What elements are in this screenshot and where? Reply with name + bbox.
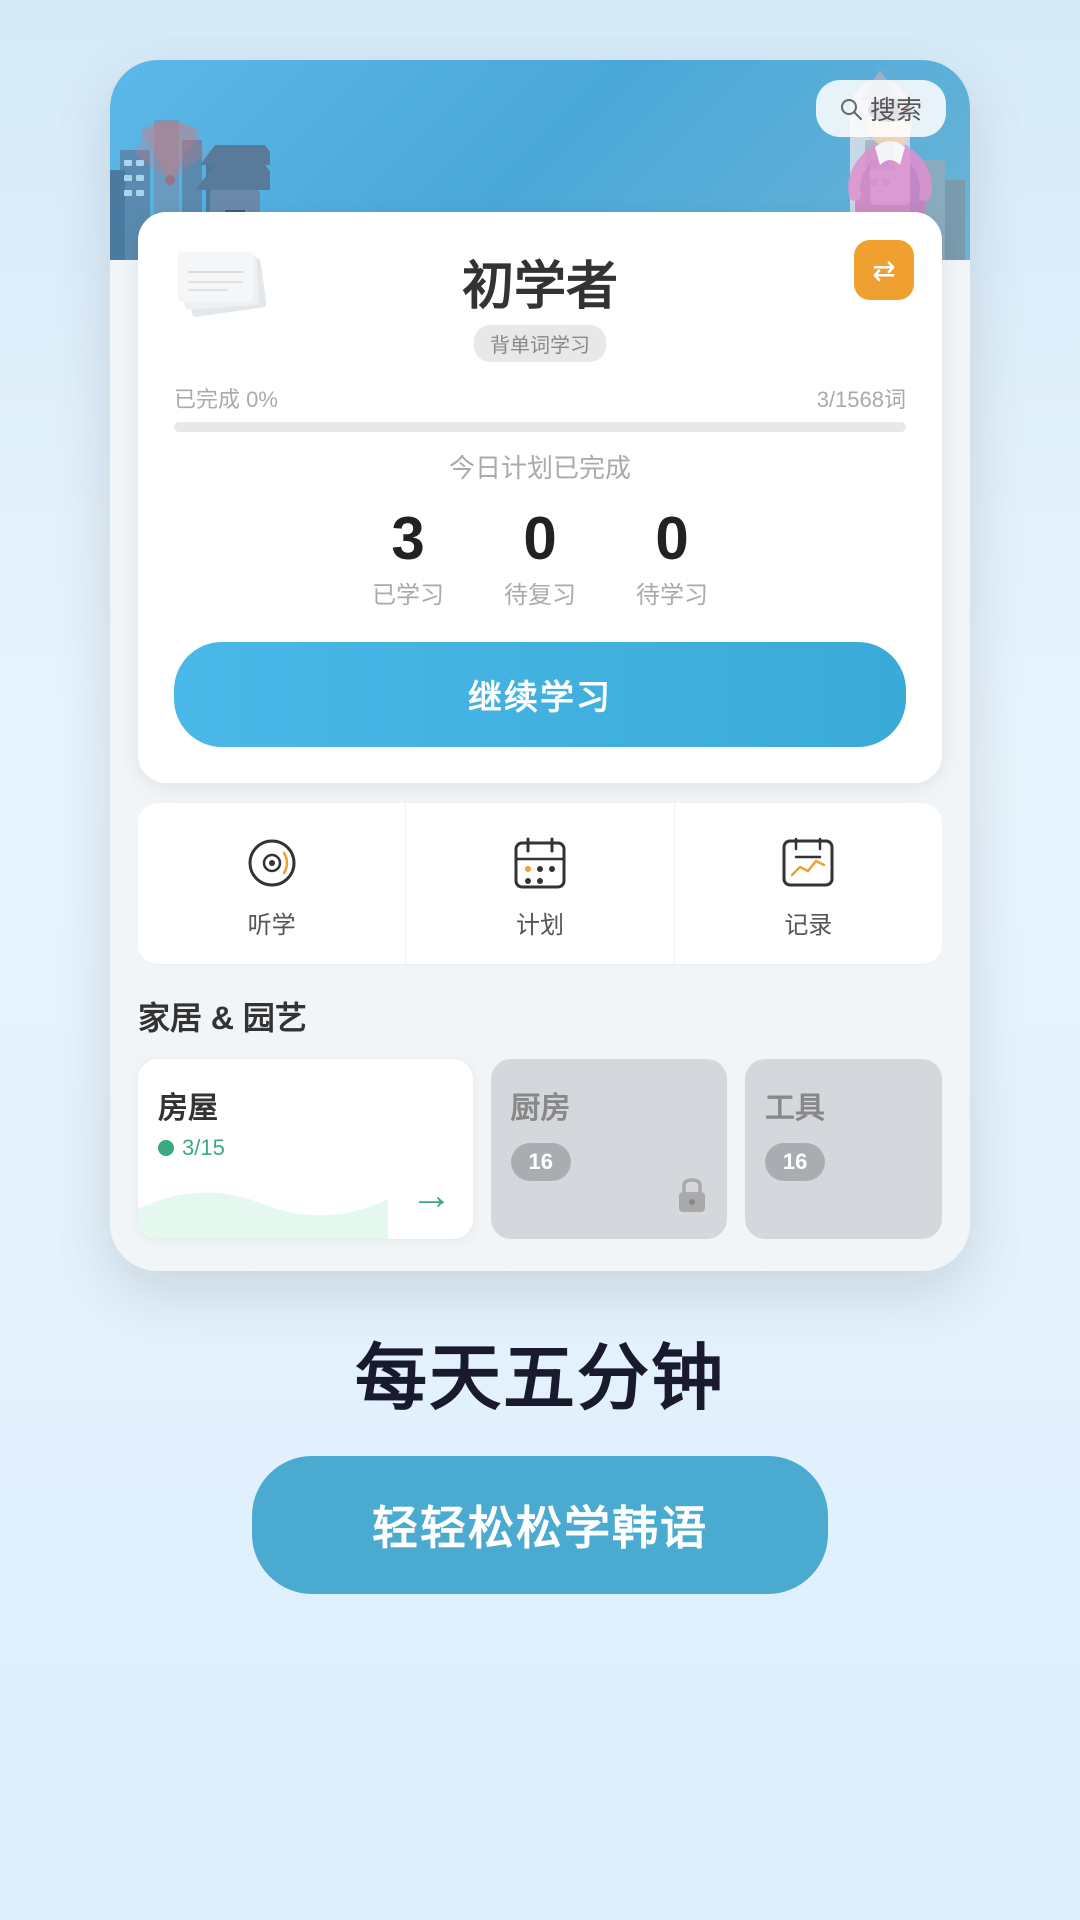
vocab-card-house-progress: 3/15	[158, 1135, 453, 1161]
plan-label: 今日计划已完成	[174, 448, 906, 485]
vocab-card-kitchen-title: 厨房	[511, 1083, 707, 1127]
nav-listen[interactable]: 听学	[138, 803, 406, 964]
lock-icon	[673, 1176, 711, 1214]
vocab-card-tools: 工具 16	[745, 1059, 942, 1239]
card-arrow-icon: →	[411, 1171, 453, 1219]
progress-bar	[174, 422, 906, 432]
search-label: 搜索	[870, 90, 922, 127]
swap-button[interactable]: ⇄	[854, 240, 914, 300]
progress-right: 3/1568词	[817, 382, 906, 414]
search-button[interactable]: 搜索	[816, 80, 946, 137]
stat-learned-label: 已学习	[372, 575, 444, 610]
category-section: 家居 & 园艺 房屋 3/15 → 厨房	[138, 965, 942, 1239]
swap-icon: ⇄	[872, 254, 895, 287]
vocab-card-tools-title: 工具	[765, 1083, 922, 1127]
vocab-card-tools-count: 16	[765, 1143, 825, 1181]
study-card: 初学者 背单词学习 ⇄ 已完成 0%	[138, 212, 942, 783]
bottom-nav: 听学 计划	[138, 803, 942, 965]
progress-section: 已完成 0% 3/1568词	[174, 382, 906, 432]
progress-left: 已完成 0%	[174, 382, 278, 414]
stat-pending: 0 待学习	[636, 509, 708, 610]
card-wave-decoration	[138, 1169, 388, 1239]
phone-mockup: 搜索 初学者 背单词学习 ⇄	[110, 60, 970, 1271]
stat-pending-label: 待学习	[636, 575, 708, 610]
vocab-card-kitchen-count: 16	[511, 1143, 571, 1181]
stat-review-number: 0	[523, 509, 556, 569]
stats-row: 3 已学习 0 待复习 0 待学习	[174, 509, 906, 610]
tagline-button[interactable]: 轻轻松松学韩语	[252, 1456, 828, 1594]
stat-learned: 3 已学习	[372, 509, 444, 610]
headphone-icon	[240, 831, 304, 895]
vocab-cards-row: 房屋 3/15 → 厨房 16	[138, 1059, 942, 1239]
vocab-card-house[interactable]: 房屋 3/15 →	[138, 1059, 473, 1239]
content-area: 初学者 背单词学习 ⇄ 已完成 0%	[110, 212, 970, 1271]
nav-plan-label: 计划	[516, 905, 564, 940]
tagline-title: 每天五分钟	[355, 1319, 725, 1424]
stat-learned-number: 3	[391, 509, 424, 569]
nav-listen-label: 听学	[248, 905, 296, 940]
level-title: 初学者	[462, 244, 618, 319]
nav-plan[interactable]: 计划	[406, 803, 674, 964]
stat-pending-number: 0	[655, 509, 688, 569]
progress-indicator	[158, 1140, 174, 1156]
nav-record-label: 记录	[784, 905, 832, 940]
plan-icon	[508, 831, 572, 895]
tagline-section: 每天五分钟 轻轻松松学韩语	[252, 1319, 828, 1654]
stat-review: 0 待复习	[504, 509, 576, 610]
record-icon	[776, 831, 840, 895]
vocab-tag: 背单词学习	[474, 325, 606, 362]
category-title: 家居 & 园艺	[138, 993, 942, 1039]
continue-button[interactable]: 继续学习	[174, 642, 906, 747]
stat-review-label: 待复习	[504, 575, 576, 610]
vocab-card-kitchen: 厨房 16	[491, 1059, 727, 1239]
progress-text: 3/15	[182, 1135, 225, 1161]
vocab-card-house-title: 房屋	[158, 1083, 453, 1127]
nav-record[interactable]: 记录	[675, 803, 942, 964]
